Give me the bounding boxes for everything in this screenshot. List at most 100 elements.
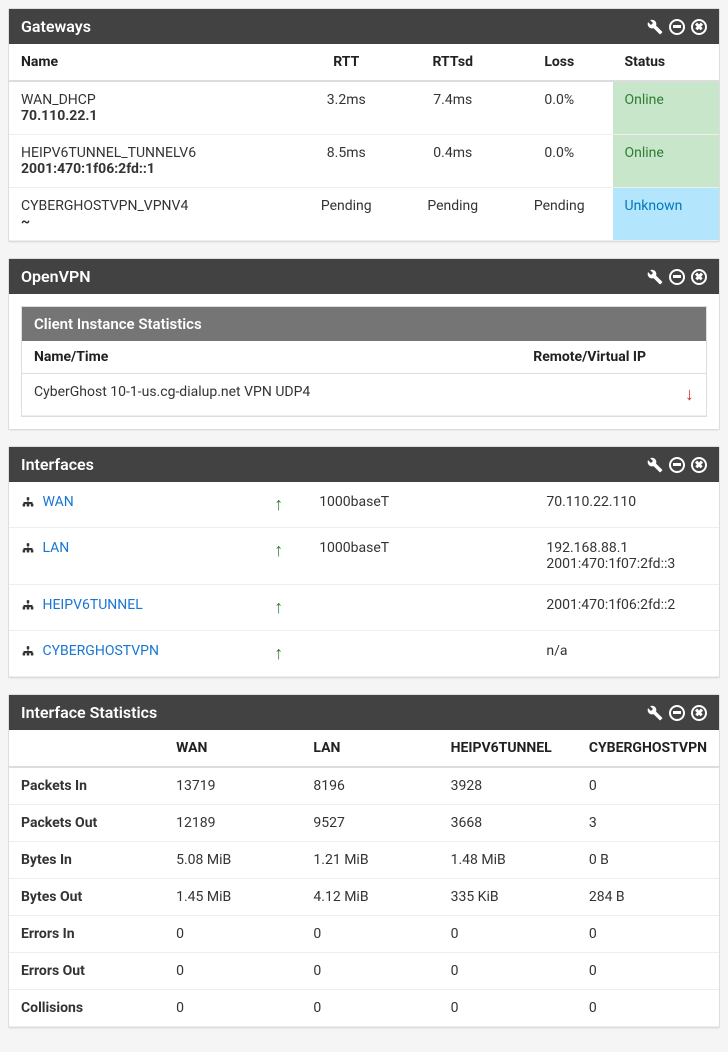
interface-link-type: 1000baseT	[307, 482, 534, 528]
interface-addr: 2001:470:1f06:2fd::2	[546, 597, 707, 613]
gateway-rtt: Pending	[293, 188, 400, 241]
close-icon[interactable]	[691, 457, 707, 473]
stats-col: LAN	[301, 730, 438, 767]
stats-value: 13719	[164, 767, 301, 805]
minimize-icon[interactable]	[669, 457, 685, 473]
stats-col: HEIPV6TUNNEL	[439, 730, 577, 767]
up-arrow-icon: ↑	[274, 643, 283, 664]
stats-value: 0	[164, 990, 301, 1027]
stats-value: 1.21 MiB	[301, 842, 438, 879]
gateway-status: Unknown	[613, 188, 720, 241]
down-arrow-icon[interactable]: ↓	[685, 384, 694, 405]
interface-link[interactable]: CYBERGHOSTVPN	[42, 643, 159, 659]
wrench-icon[interactable]	[647, 457, 663, 473]
openvpn-inner: Client Instance Statistics Name/Time Rem…	[21, 306, 707, 417]
interface-link[interactable]: WAN	[42, 494, 73, 510]
stats-value: 0	[439, 990, 577, 1027]
stats-value: 0	[301, 990, 438, 1027]
interface-link[interactable]: LAN	[42, 540, 69, 556]
interfaces-panel: Interfaces WAN ↑ 1000baseT 70.110.22.110…	[8, 446, 720, 678]
gateway-status: Online	[613, 135, 720, 188]
stats-row: Errors In0000	[9, 916, 719, 953]
interface-row: HEIPV6TUNNEL ↑ 2001:470:1f06:2fd::2	[9, 585, 719, 631]
up-arrow-icon: ↑	[274, 540, 283, 561]
up-arrow-icon: ↑	[274, 494, 283, 515]
close-icon[interactable]	[691, 269, 707, 285]
interface-addr: n/a	[546, 643, 707, 659]
sitemap-icon	[21, 645, 35, 657]
interface-link-type	[307, 631, 534, 677]
close-icon[interactable]	[691, 19, 707, 35]
interface-row: LAN ↑ 1000baseT 192.168.88.12001:470:1f0…	[9, 528, 719, 585]
openvpn-header: OpenVPN	[9, 259, 719, 294]
stats-row: Bytes In5.08 MiB1.21 MiB1.48 MiB0 B	[9, 842, 719, 879]
interface-addr: 2001:470:1f07:2fd::3	[546, 556, 707, 572]
panel-actions	[647, 457, 707, 473]
interface-addr: 70.110.22.110	[546, 494, 707, 510]
stats-row: Packets In13719819639280	[9, 767, 719, 805]
stats-row: Packets Out12189952736683	[9, 805, 719, 842]
stats-value: 0	[577, 767, 719, 805]
panel-actions	[647, 269, 707, 285]
wrench-icon[interactable]	[647, 269, 663, 285]
gateway-rtt: 3.2ms	[293, 81, 400, 135]
gateway-ip: ~	[21, 214, 281, 230]
minimize-icon[interactable]	[669, 19, 685, 35]
gateway-rttsd: 7.4ms	[400, 81, 507, 135]
stats-value: 0	[164, 916, 301, 953]
gateway-rttsd: Pending	[400, 188, 507, 241]
sitemap-icon	[21, 496, 35, 508]
stats-value: 0	[577, 990, 719, 1027]
interfaces-header: Interfaces	[9, 447, 719, 482]
gateway-name: HEIPV6TUNNEL_TUNNELV6	[21, 145, 281, 161]
close-icon[interactable]	[691, 705, 707, 721]
up-arrow-icon: ↑	[274, 597, 283, 618]
gateway-row: HEIPV6TUNNEL_TUNNELV62001:470:1f06:2fd::…	[9, 135, 719, 188]
col-rtt: RTT	[293, 44, 400, 81]
gateway-name: CYBERGHOSTVPN_VPNV4	[21, 198, 281, 214]
interface-row: CYBERGHOSTVPN ↑ n/a	[9, 631, 719, 677]
stats-table: WANLANHEIPV6TUNNELCYBERGHOSTVPN Packets …	[9, 730, 719, 1027]
wrench-icon[interactable]	[647, 19, 663, 35]
stats-value: 0	[301, 916, 438, 953]
gateway-loss: 0.0%	[506, 135, 613, 188]
openvpn-name: CyberGhost 10-1-us.cg-dialup.net VPN UDP…	[22, 374, 445, 416]
stats-value: 0	[439, 953, 577, 990]
openvpn-title: OpenVPN	[21, 267, 91, 286]
gateway-row: CYBERGHOSTVPN_VPNV4~ Pending Pending Pen…	[9, 188, 719, 241]
gateway-ip: 70.110.22.1	[21, 108, 281, 124]
interfaces-title: Interfaces	[21, 455, 94, 474]
stats-value: 0	[439, 916, 577, 953]
gateways-panel: Gateways Name RTT RTTsd Loss Status WAN_…	[8, 8, 720, 242]
stats-value: 3928	[439, 767, 577, 805]
stats-col: WAN	[164, 730, 301, 767]
interfaces-table: WAN ↑ 1000baseT 70.110.22.110 LAN ↑ 1000…	[9, 482, 719, 677]
stats-label: Bytes In	[9, 842, 164, 879]
interface-link-type: 1000baseT	[307, 528, 534, 585]
gateways-table: Name RTT RTTsd Loss Status WAN_DHCP70.11…	[9, 44, 719, 241]
openvpn-body: Client Instance Statistics Name/Time Rem…	[9, 294, 719, 429]
ov-col-remote: Remote/Virtual IP	[445, 341, 706, 374]
col-status: Status	[613, 44, 720, 81]
stats-value: 0 B	[577, 842, 719, 879]
interface-row: WAN ↑ 1000baseT 70.110.22.110	[9, 482, 719, 528]
gateway-rtt: 8.5ms	[293, 135, 400, 188]
stats-label: Errors Out	[9, 953, 164, 990]
minimize-icon[interactable]	[669, 269, 685, 285]
gateways-header: Gateways	[9, 9, 719, 44]
sitemap-icon	[21, 599, 35, 611]
openvpn-row: CyberGhost 10-1-us.cg-dialup.net VPN UDP…	[22, 374, 706, 416]
gateway-loss: 0.0%	[506, 81, 613, 135]
wrench-icon[interactable]	[647, 705, 663, 721]
stats-panel: Interface Statistics WANLANHEIPV6TUNNELC…	[8, 694, 720, 1028]
interface-link[interactable]: HEIPV6TUNNEL	[42, 597, 142, 613]
stats-row: Collisions0000	[9, 990, 719, 1027]
gateways-title: Gateways	[21, 17, 91, 36]
stats-value: 0	[164, 953, 301, 990]
stats-label: Packets Out	[9, 805, 164, 842]
stats-row: Errors Out0000	[9, 953, 719, 990]
minimize-icon[interactable]	[669, 705, 685, 721]
col-rttsd: RTTsd	[400, 44, 507, 81]
gateway-ip: 2001:470:1f06:2fd::1	[21, 161, 281, 177]
stats-value: 5.08 MiB	[164, 842, 301, 879]
